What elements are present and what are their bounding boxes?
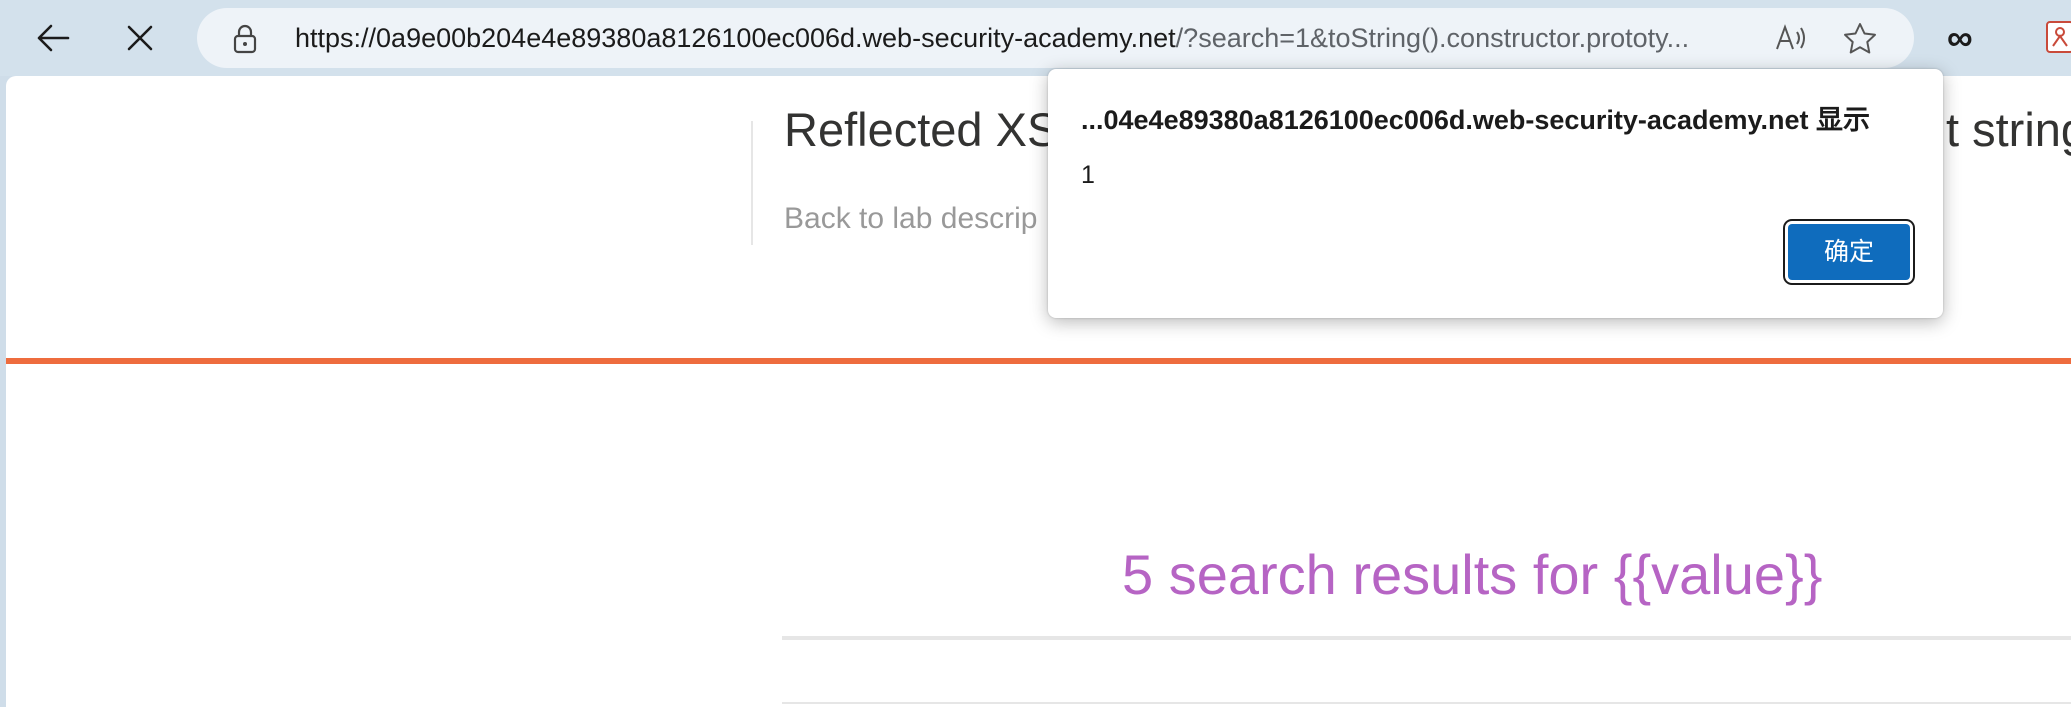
- url-host: https://0a9e00b204e4e89380a8126100ec006d…: [295, 23, 1176, 53]
- infinity-icon[interactable]: ∞: [1947, 18, 1973, 58]
- url-ellipsis: ...: [1666, 23, 1690, 53]
- lock-icon[interactable]: [233, 24, 257, 59]
- search-results-heading: 5 search results for {{value}}: [1122, 543, 1823, 606]
- results-divider-bottom: [782, 702, 2071, 704]
- dialog-message: 1: [1081, 161, 1095, 189]
- star-icon[interactable]: [1843, 22, 1877, 59]
- url-text[interactable]: https://0a9e00b204e4e89380a8126100ec006d…: [295, 21, 1745, 55]
- close-icon: [126, 24, 154, 52]
- dialog-origin-text: ...04e4e89380a8126100ec006d.web-security…: [1081, 105, 1870, 135]
- address-bar[interactable]: https://0a9e00b204e4e89380a8126100ec006d…: [197, 8, 1914, 68]
- header-divider: [751, 121, 753, 245]
- results-divider: [782, 636, 2071, 640]
- read-aloud-icon[interactable]: [1774, 22, 1808, 59]
- arrow-left-icon: [36, 23, 70, 53]
- back-to-lab-link[interactable]: Back to lab descrip: [784, 201, 1037, 237]
- extension-icon[interactable]: [2045, 20, 2071, 54]
- header-accent-rule: [6, 358, 2071, 364]
- url-path: /?search=1&toString().constructor.protot…: [1175, 23, 1667, 53]
- back-button[interactable]: [25, 10, 81, 66]
- ok-button[interactable]: 确定: [1788, 224, 1910, 280]
- alert-dialog: ...04e4e89380a8126100ec006d.web-security…: [1048, 69, 1943, 318]
- browser-toolbar: https://0a9e00b204e4e89380a8126100ec006d…: [0, 0, 2071, 76]
- lab-title-tail: t string: [1946, 103, 2071, 156]
- lab-title: Reflected XS: [784, 103, 1059, 156]
- stop-loading-button[interactable]: [112, 10, 168, 66]
